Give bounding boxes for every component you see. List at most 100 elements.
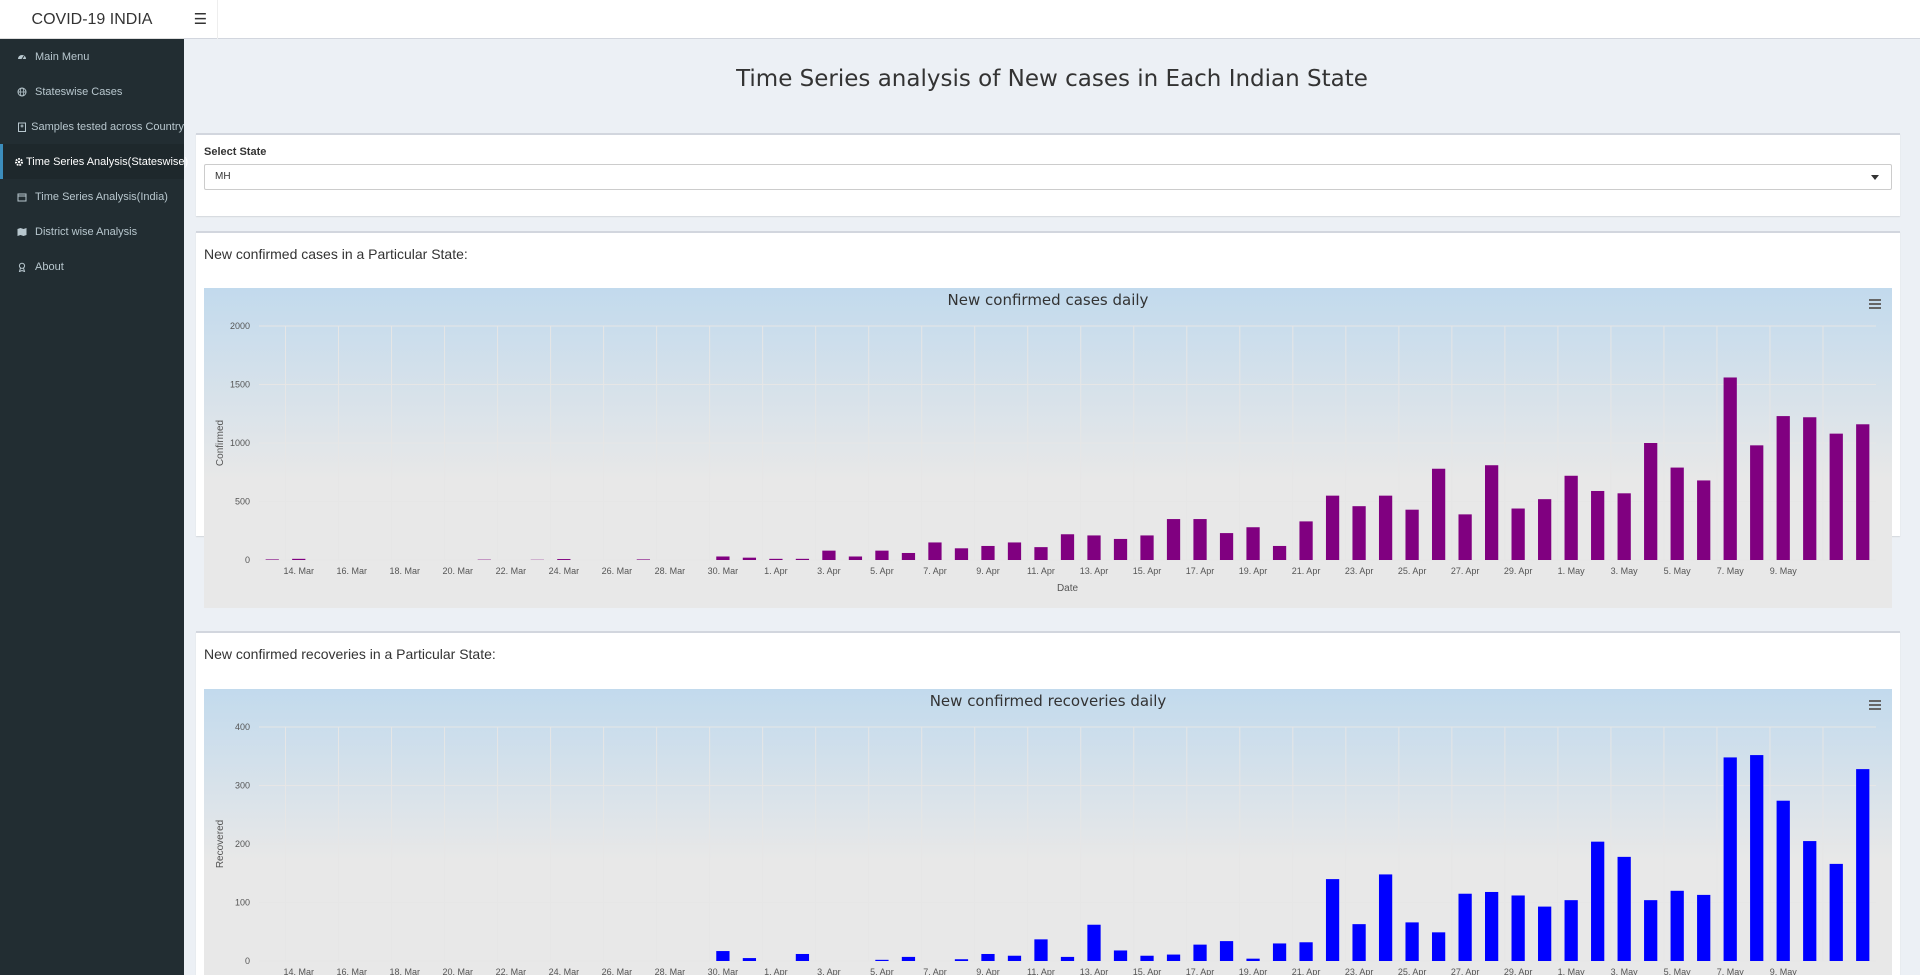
bar xyxy=(1378,495,1393,560)
sidebar-toggle-icon[interactable]: ☰ xyxy=(184,0,218,39)
bar xyxy=(1458,893,1472,961)
x-tick-label: 11. Apr xyxy=(1027,566,1055,576)
x-axis-label: Date xyxy=(1057,583,1079,594)
bar xyxy=(954,959,969,961)
bar xyxy=(1140,535,1154,560)
bar xyxy=(716,556,730,560)
bar xyxy=(1750,755,1764,961)
bar xyxy=(875,550,889,560)
bar xyxy=(928,542,942,560)
bar xyxy=(1060,534,1075,560)
bar xyxy=(742,958,757,961)
sidebar-item-district-wise[interactable]: District wise Analysis xyxy=(0,214,184,249)
x-tick-label: 7. Apr xyxy=(923,566,947,576)
x-tick-label: 26. Mar xyxy=(602,566,633,576)
bar xyxy=(1511,895,1525,961)
confirmed-section-title: New confirmed cases in a Particular Stat… xyxy=(204,246,468,262)
gear-icon xyxy=(14,157,24,167)
bar xyxy=(795,558,810,560)
bar xyxy=(1458,514,1472,560)
bar xyxy=(1113,538,1128,560)
x-tick-label: 9. May xyxy=(1770,566,1798,576)
bar xyxy=(1723,377,1737,560)
bar xyxy=(848,556,863,560)
chart-title: New confirmed cases daily xyxy=(948,291,1149,309)
bar xyxy=(1564,475,1578,560)
bar xyxy=(742,557,757,560)
recovered-chart: New confirmed recoveries daily 0 100 200 300… xyxy=(204,689,1892,975)
bar xyxy=(1803,841,1817,961)
bar xyxy=(1219,941,1234,961)
bar xyxy=(1087,924,1101,961)
bar xyxy=(1272,545,1287,560)
recovered-section-title: New confirmed recoveries in a Particular… xyxy=(204,646,496,662)
x-tick-label: 24. Mar xyxy=(549,566,580,576)
bar xyxy=(1538,499,1552,560)
x-tick-label: 25. Apr xyxy=(1398,967,1427,975)
x-tick-label: 28. Mar xyxy=(655,566,686,576)
y-tick-label: 0 xyxy=(245,555,250,565)
x-tick-label: 22. Mar xyxy=(496,967,527,975)
x-tick-label: 7. May xyxy=(1717,566,1745,576)
sidebar-item-time-series-india[interactable]: Time Series Analysis(India) xyxy=(0,179,184,214)
x-tick-label: 16. Mar xyxy=(337,566,368,576)
x-tick-label: 24. Mar xyxy=(549,967,580,975)
y-tick-label: 2000 xyxy=(230,321,250,331)
bar xyxy=(1246,527,1260,560)
sidebar-item-stateswise-cases[interactable]: Stateswise Cases xyxy=(0,74,184,109)
x-tick-label: 17. Apr xyxy=(1186,967,1215,975)
chart-svg: New confirmed recoveries daily 0 100 200 300… xyxy=(215,692,1876,975)
bar xyxy=(1087,535,1101,560)
x-tick-label: 21. Apr xyxy=(1292,566,1321,576)
bar xyxy=(1007,955,1022,961)
bar xyxy=(292,558,306,560)
y-tick-label: 500 xyxy=(235,497,250,507)
sidebar-item-about[interactable]: About xyxy=(0,249,184,284)
sidebar-item-samples-tested[interactable]: Samples tested across Country xyxy=(0,109,184,144)
bar xyxy=(1431,932,1446,961)
x-tick-label: 11. Apr xyxy=(1027,967,1055,975)
y-axis-label: Recovered xyxy=(215,820,226,868)
sidebar-item-main-menu[interactable]: Main Menu xyxy=(0,39,184,74)
state-select-dropdown[interactable]: MH xyxy=(204,164,1892,190)
top-navbar: ☰ xyxy=(184,0,1920,39)
app-logo[interactable]: COVID-19 INDIA xyxy=(0,0,184,39)
state-select-box: Select State MH xyxy=(196,133,1900,216)
x-tick-label: 30. Mar xyxy=(708,566,739,576)
bar xyxy=(1034,547,1048,560)
bar xyxy=(1856,769,1870,961)
x-tick-label: 1. May xyxy=(1558,566,1586,576)
bar xyxy=(265,559,279,560)
bar xyxy=(1617,856,1631,961)
bar xyxy=(1352,506,1366,560)
x-tick-label: 27. Apr xyxy=(1451,566,1480,576)
bar xyxy=(716,951,730,961)
x-tick-label: 20. Mar xyxy=(443,566,474,576)
bar xyxy=(1431,468,1446,560)
bar xyxy=(1617,493,1631,560)
bar xyxy=(1007,542,1022,560)
bar xyxy=(1113,950,1128,961)
y-tick-label: 0 xyxy=(245,956,250,966)
sidebar-item-time-series-stateswise[interactable]: Time Series Analysis(Stateswise) xyxy=(0,144,188,179)
bar xyxy=(636,559,650,560)
bar xyxy=(1776,800,1790,961)
y-tick-label: 1500 xyxy=(230,380,250,390)
bar xyxy=(1591,841,1605,961)
chart-menu-icon[interactable] xyxy=(1866,296,1884,312)
x-tick-label: 14. Mar xyxy=(284,566,315,576)
x-tick-label: 25. Apr xyxy=(1398,566,1427,576)
x-tick-label: 3. Apr xyxy=(817,967,841,975)
x-tick-label: 1. Apr xyxy=(764,566,788,576)
globe-icon xyxy=(17,87,33,97)
bar xyxy=(557,559,571,560)
bar xyxy=(1670,467,1684,560)
bar xyxy=(1538,906,1552,961)
sidebar-item-label: About xyxy=(35,260,64,273)
x-tick-label: 3. Apr xyxy=(817,566,841,576)
x-tick-label: 9. Apr xyxy=(976,566,1000,576)
bar xyxy=(1829,863,1843,961)
bar xyxy=(1352,924,1366,961)
chart-menu-icon[interactable] xyxy=(1866,697,1884,713)
y-tick-label: 300 xyxy=(235,781,250,791)
